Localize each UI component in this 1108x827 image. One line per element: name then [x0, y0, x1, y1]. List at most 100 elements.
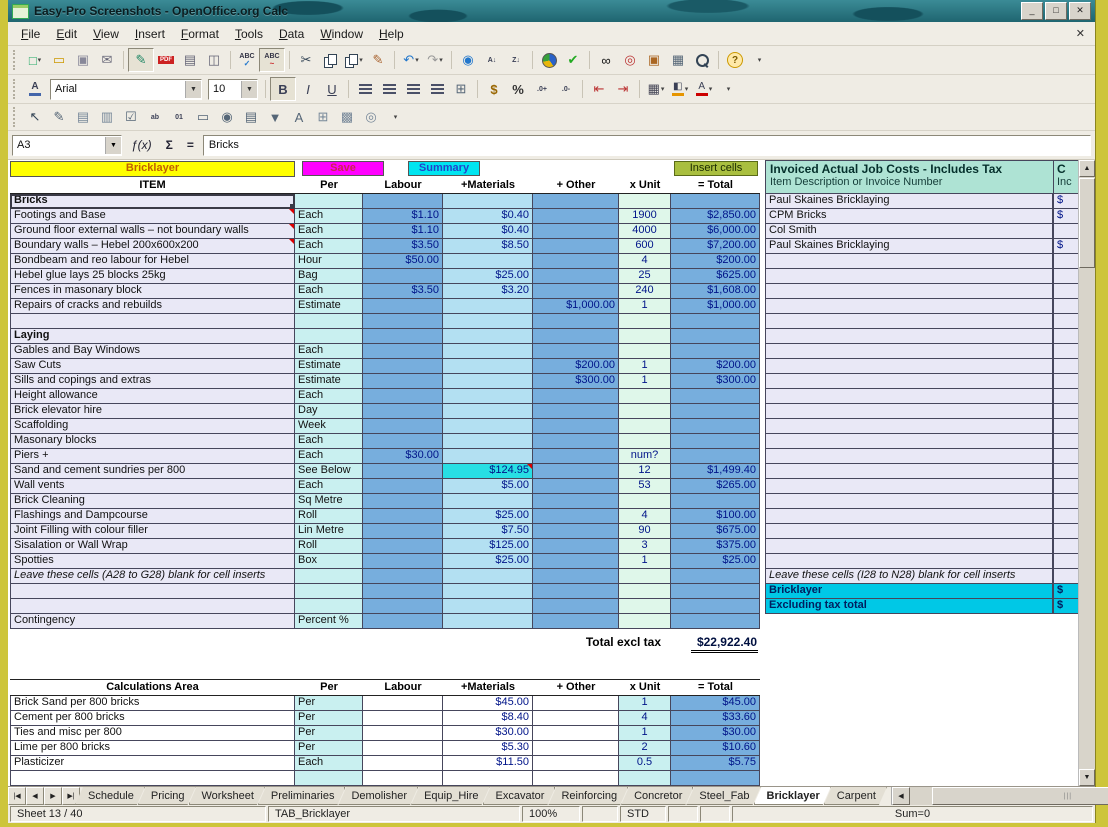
cell-labour[interactable]: $3.50 [363, 284, 443, 299]
cell-other[interactable] [533, 494, 619, 509]
cell-materials[interactable]: $11.50 [443, 756, 533, 771]
cell-labour[interactable] [363, 711, 443, 726]
invoice-description-cell[interactable] [765, 524, 1053, 539]
invoice-description-cell[interactable] [765, 434, 1053, 449]
cell-materials[interactable]: $8.50 [443, 239, 533, 254]
option-button-icon[interactable]: ◉ [215, 106, 239, 128]
cell-label[interactable]: Brick Sand per 800 bricks [10, 696, 295, 711]
cell-label[interactable]: Fences in masonary block [10, 284, 295, 299]
cell-labour[interactable] [363, 524, 443, 539]
hyperlink-icon[interactable]: ◉ [456, 49, 480, 71]
sheet-tab-equip_hire[interactable]: Equip_Hire [411, 787, 489, 805]
cell-materials[interactable]: $30.00 [443, 726, 533, 741]
cell-total[interactable]: $10.60 [671, 741, 760, 756]
menu-item-data[interactable]: Data [272, 25, 311, 43]
toolbar-grip[interactable] [13, 79, 20, 99]
cell-materials[interactable]: $25.00 [443, 554, 533, 569]
cell-labour[interactable] [363, 464, 443, 479]
cell-labour[interactable] [363, 696, 443, 711]
cell-per[interactable]: Each [295, 449, 363, 464]
cell-unit[interactable]: num? [619, 449, 671, 464]
cell-total[interactable] [671, 584, 760, 599]
cell-total[interactable]: $1,499.40 [671, 464, 760, 479]
cell-other[interactable] [533, 509, 619, 524]
invoice-description-cell[interactable] [765, 389, 1053, 404]
merge-cells-icon[interactable]: ⊞ [449, 78, 473, 100]
invoice-description-cell[interactable] [765, 329, 1053, 344]
save-icon[interactable]: ▣ [71, 49, 95, 71]
cell-labour[interactable] [363, 389, 443, 404]
invoice-description-cell[interactable] [765, 374, 1053, 389]
label-field-icon[interactable]: A [287, 106, 311, 128]
cell-unit[interactable] [619, 614, 671, 629]
cell-label[interactable] [10, 771, 295, 786]
cell-total[interactable]: $1,000.00 [671, 299, 760, 314]
redo-icon[interactable]: ↷▾ [423, 49, 447, 71]
cell-total[interactable] [671, 614, 760, 629]
cell-labour[interactable] [363, 741, 443, 756]
cell-label[interactable]: Contingency [10, 614, 295, 629]
cell-per[interactable]: Each [295, 389, 363, 404]
cell-other[interactable] [533, 726, 619, 741]
cell-label[interactable]: Saw Cuts [10, 359, 295, 374]
cell-materials[interactable] [443, 569, 533, 584]
cell-labour[interactable] [363, 329, 443, 344]
cell-materials[interactable]: $8.40 [443, 711, 533, 726]
cell-total[interactable]: $7,200.00 [671, 239, 760, 254]
invoice-value-cell[interactable] [1053, 449, 1079, 464]
font-color-icon[interactable]: A▾ [692, 78, 716, 100]
cell-total[interactable]: $5.75 [671, 756, 760, 771]
summary-button[interactable]: Summary [408, 161, 480, 176]
cell-label[interactable]: Brick elevator hire [10, 404, 295, 419]
invoice-description-cell[interactable] [765, 284, 1053, 299]
underline-icon[interactable]: U [320, 78, 344, 100]
cell-total[interactable]: $375.00 [671, 539, 760, 554]
sheet-title-cell[interactable]: Bricklayer [10, 161, 295, 177]
cell-unit[interactable] [619, 569, 671, 584]
vertical-scroll-thumb[interactable] [1079, 178, 1095, 268]
cell-materials[interactable]: $124.95 [443, 464, 533, 479]
cell-per[interactable]: Box [295, 554, 363, 569]
cell-materials[interactable]: $5.30 [443, 741, 533, 756]
invoice-description-cell[interactable] [765, 449, 1053, 464]
cell-per[interactable] [295, 584, 363, 599]
sheet-tab-pricing[interactable]: Pricing [138, 787, 196, 805]
sheet-tab-preliminaries[interactable]: Preliminaries [258, 787, 346, 805]
cell-per[interactable]: Per [295, 726, 363, 741]
menu-item-view[interactable]: View [86, 25, 126, 43]
status-selection-mode[interactable]: STD [620, 806, 666, 822]
cell-labour[interactable] [363, 494, 443, 509]
cell-total[interactable]: $200.00 [671, 254, 760, 269]
formatted-field-icon[interactable]: 01 [167, 106, 191, 128]
name-box[interactable]: A3 ▼ [12, 135, 122, 156]
cell-total[interactable]: $300.00 [671, 374, 760, 389]
bold-icon[interactable]: B [270, 77, 296, 101]
cell-total[interactable] [671, 344, 760, 359]
toolbar-grip[interactable] [13, 50, 20, 70]
status-zoom-level[interactable]: 100% [522, 806, 580, 822]
delete-decimal-icon[interactable]: .0- [554, 78, 578, 100]
cell-per[interactable] [295, 329, 363, 344]
more-controls-icon[interactable]: ⊞ [311, 106, 335, 128]
toolbar-grip[interactable] [13, 107, 20, 127]
scroll-left-icon[interactable]: ◀ [892, 787, 910, 805]
cell-label[interactable]: Repairs of cracks and rebuilds [10, 299, 295, 314]
cell-labour[interactable] [363, 194, 443, 209]
save-macro-button[interactable]: Save [302, 161, 384, 176]
cell-per[interactable]: Hour [295, 254, 363, 269]
find-replace-icon[interactable]: ∞ [594, 49, 618, 71]
invoice-value-cell[interactable] [1053, 389, 1079, 404]
chevron-down-icon[interactable]: ▼ [185, 81, 201, 98]
cell-unit[interactable] [619, 599, 671, 614]
cell-per[interactable]: Estimate [295, 359, 363, 374]
invoice-value-cell[interactable] [1053, 494, 1079, 509]
horizontal-scrollbar[interactable]: ◀ ||| ▶ [891, 787, 1090, 805]
cell-per[interactable]: Each [295, 209, 363, 224]
cell-total[interactable] [671, 389, 760, 404]
invoice-value-cell[interactable] [1053, 224, 1079, 239]
cell-other[interactable] [533, 344, 619, 359]
cell-per[interactable]: Each [295, 284, 363, 299]
cell-per[interactable]: Estimate [295, 374, 363, 389]
cell-unit[interactable]: 1 [619, 696, 671, 711]
paste-icon[interactable]: ▾ [342, 49, 366, 71]
